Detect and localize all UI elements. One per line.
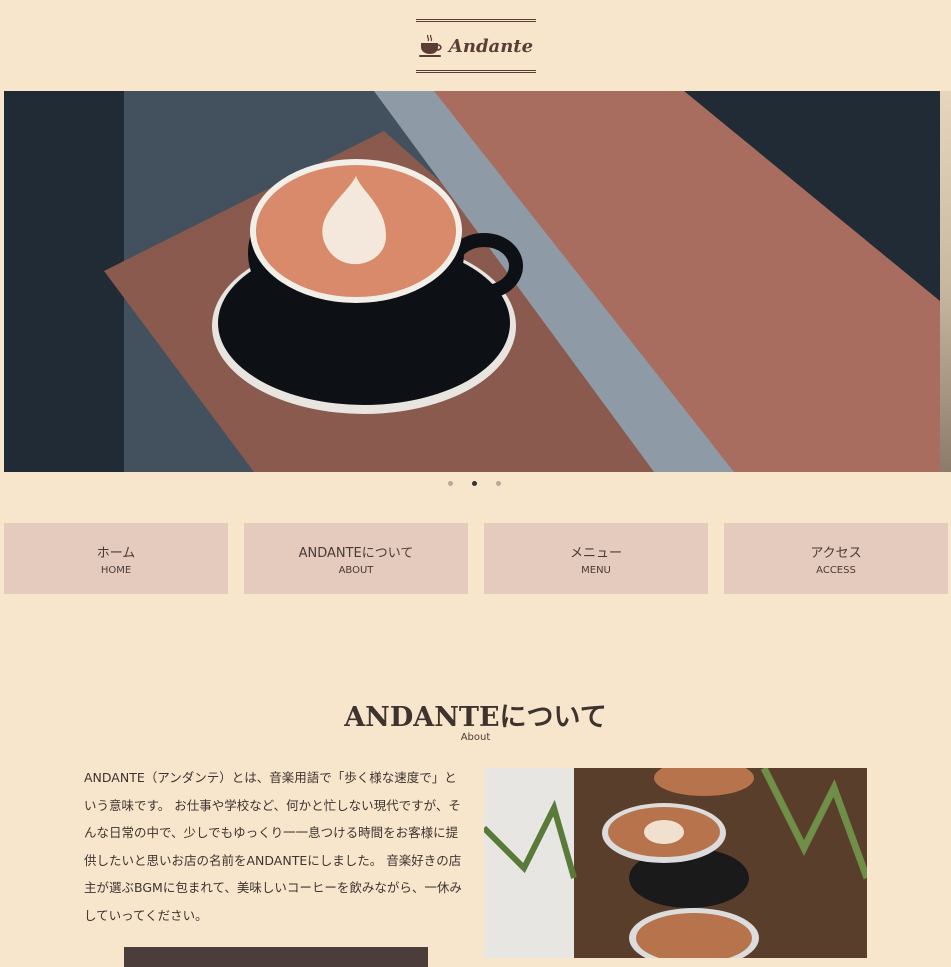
about-description: ANDANTE（アンダンテ）とは、音楽用語で「歩く様な速度で」という意味です。 …	[84, 770, 462, 923]
hero-slide[interactable]	[4, 91, 940, 472]
slider-dot-3[interactable]	[496, 481, 501, 486]
nav-label: メニュー	[569, 545, 622, 561]
section-title: ANDANTEについて	[344, 702, 607, 733]
coffee-cup-icon	[418, 34, 442, 57]
nav-home[interactable]: ホーム HOME	[4, 523, 228, 594]
nav-sublabel: MENU	[581, 564, 611, 576]
latte-cups-image	[484, 768, 867, 958]
next-slide-peek	[940, 91, 951, 472]
logo-text: Andante	[448, 35, 534, 57]
slider-dots	[448, 481, 501, 486]
nav-about[interactable]: ANDANTEについて ABOUT	[244, 523, 468, 594]
nav-sublabel: HOME	[100, 564, 132, 576]
about-more-button[interactable]	[124, 947, 428, 967]
slider-dot-2[interactable]	[472, 481, 477, 486]
main-nav: ホーム HOME ANDANTEについて ABOUT メニュー MENU アクセス AC…	[4, 523, 948, 594]
cafe-photo	[484, 768, 867, 958]
section-subtitle: About	[460, 732, 491, 743]
nav-access[interactable]: アクセス ACCESS	[724, 523, 948, 594]
nav-label: ホーム	[96, 545, 136, 561]
latte-photo	[4, 91, 940, 472]
nav-sublabel: ACCESS	[816, 564, 856, 576]
nav-label: ANDANTEについて	[298, 545, 414, 561]
nav-label: アクセス	[810, 545, 862, 561]
nav-sublabel: ABOUT	[338, 564, 374, 576]
site-logo[interactable]: Andante	[416, 19, 536, 73]
nav-menu[interactable]: メニュー MENU	[484, 523, 708, 594]
slider-dot-1[interactable]	[448, 481, 453, 486]
